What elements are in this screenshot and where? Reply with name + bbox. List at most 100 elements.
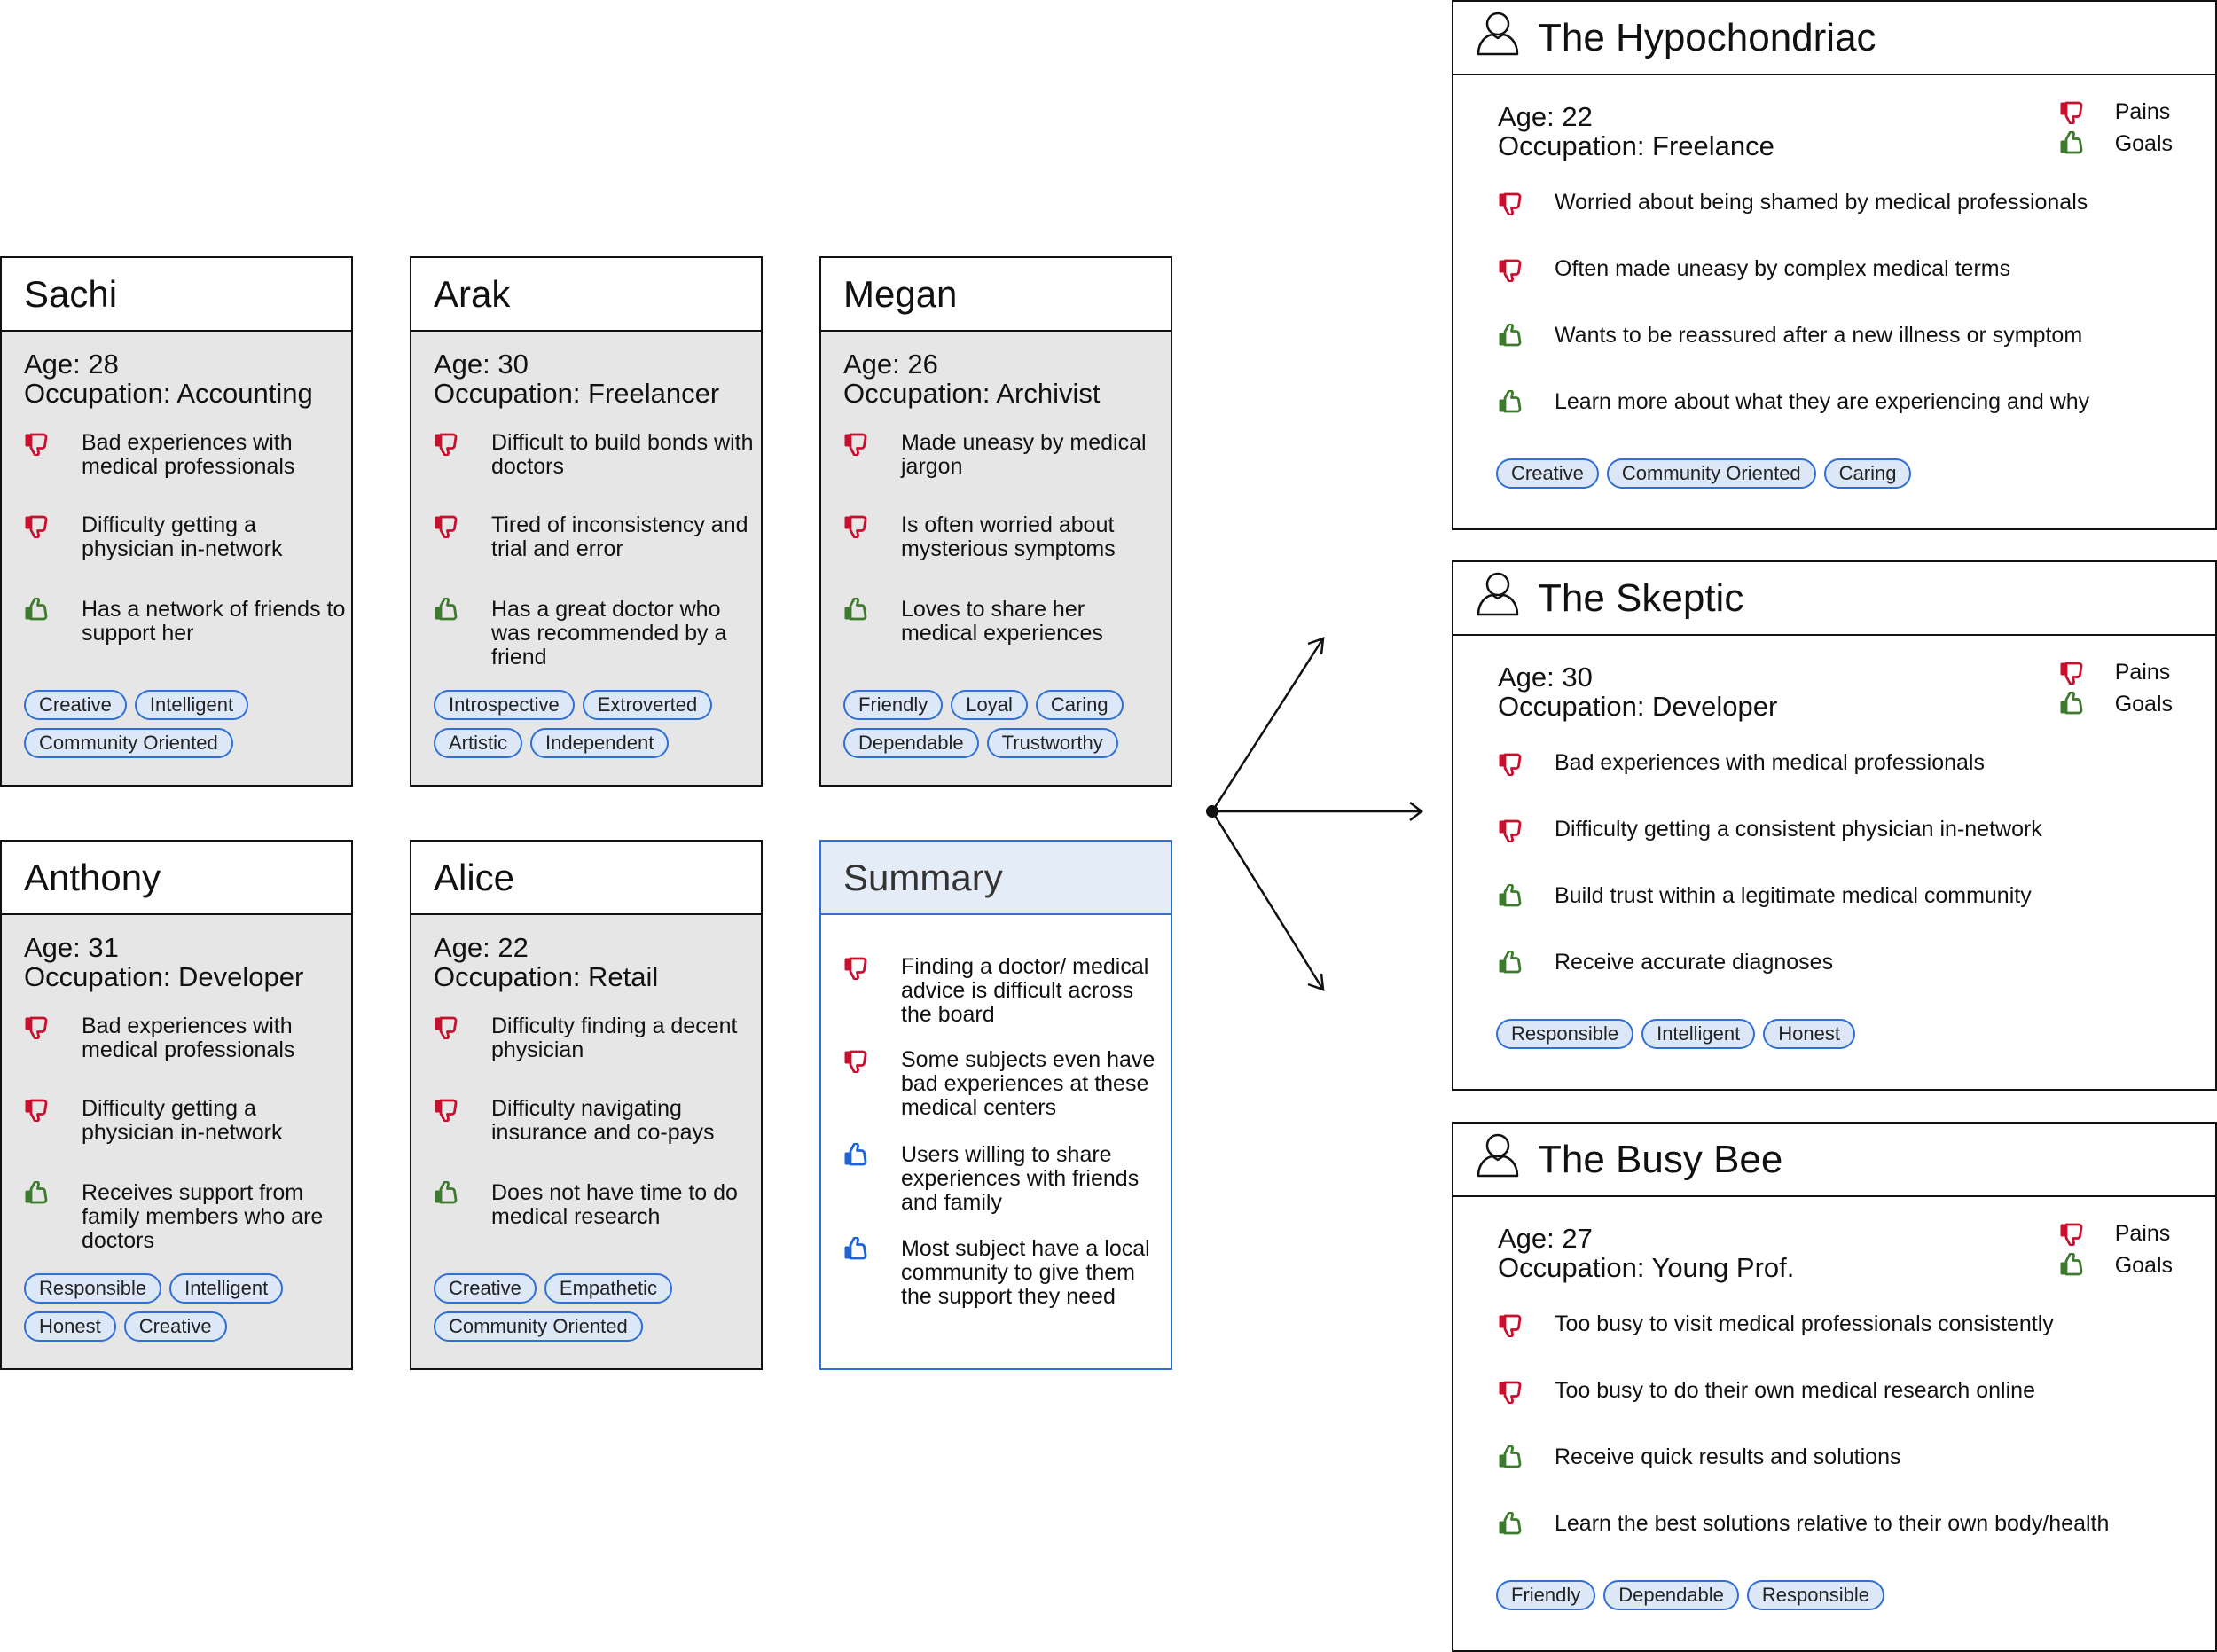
- card-name: Anthony: [2, 842, 351, 915]
- trait-tag: Loyal: [951, 690, 1028, 720]
- legend: Pains Goals: [2059, 96, 2173, 160]
- thumbs-up-icon: [2059, 1253, 2083, 1276]
- card-age: Age: 28: [24, 348, 119, 380]
- trait-tag: Caring: [1823, 458, 1912, 489]
- card-item-pain: Difficulty finding a decent physician: [434, 1014, 757, 1062]
- card-item-pain: Tired of inconsistency and trial and err…: [434, 513, 757, 561]
- trait-tag: Responsible: [1746, 1580, 1884, 1610]
- thumbs-up-icon: [843, 1237, 867, 1260]
- trait-tag: Artistic: [434, 728, 522, 758]
- thumbs-up-icon: [1498, 1511, 1522, 1534]
- card-occupation: Occupation: Accounting: [24, 378, 313, 409]
- trait-tag: Introspective: [434, 690, 575, 720]
- card-item-text: Difficulty navigating insurance and co-p…: [491, 1096, 715, 1145]
- thumbs-down-icon: [1498, 259, 1522, 282]
- thumbs-up-icon: [2059, 692, 2083, 715]
- thumbs-down-icon: [1498, 1314, 1522, 1337]
- summary-item-pain: Some subjects even have bad experiences …: [843, 1048, 1167, 1120]
- summary-item-goal: Users willing to share experiences with …: [843, 1143, 1167, 1215]
- card-age: Age: 26: [843, 348, 938, 380]
- legend-pains: Pains: [2114, 1221, 2171, 1246]
- persona-title: The Hypochondriac: [1538, 15, 1876, 59]
- card-item-goal: Does not have time to do medical researc…: [434, 1181, 757, 1229]
- persona-occupation: Occupation: Freelance: [1498, 130, 1774, 161]
- summary-item-text: Most subject have a local community to g…: [901, 1236, 1150, 1309]
- trait-tag: Independent: [530, 728, 670, 758]
- persona-skeptic: The Skeptic Age: 30 Occupation: Develope…: [1452, 560, 2217, 1091]
- thumbs-up-icon: [2059, 131, 2083, 154]
- persona-title: The Busy Bee: [1538, 1137, 1783, 1181]
- persona-item-text: Worried about being shamed by medical pr…: [1555, 190, 2088, 215]
- trait-tags: Responsible Intelligent Honest: [1496, 1019, 1855, 1049]
- persona-item-pain: Difficulty getting a consistent physicia…: [1498, 817, 2042, 842]
- legend-pains: Pains: [2114, 99, 2171, 124]
- thumbs-down-icon: [24, 433, 48, 456]
- trait-tag: Community Oriented: [1606, 458, 1816, 489]
- thumbs-down-icon: [2059, 1223, 2083, 1246]
- user-card-sachi: Sachi Age: 28 Occupation: Accounting Bad…: [0, 256, 353, 787]
- card-age: Age: 30: [434, 348, 529, 380]
- persona-item-pain: Worried about being shamed by medical pr…: [1498, 190, 2088, 215]
- trait-tag: Honest: [24, 1311, 116, 1342]
- card-item-text: Difficult to build bonds with doctors: [491, 430, 754, 479]
- card-item-pain: Made uneasy by medical jargon: [843, 431, 1167, 479]
- thumbs-up-icon: [24, 1181, 48, 1204]
- trait-tag: Dependable: [1603, 1580, 1739, 1610]
- card-item-text: Does not have time to do medical researc…: [491, 1180, 738, 1229]
- legend-pains: Pains: [2114, 660, 2171, 685]
- thumbs-down-icon: [1498, 753, 1522, 776]
- thumbs-down-icon: [2059, 662, 2083, 685]
- persona-item-text: Receive accurate diagnoses: [1555, 950, 1834, 975]
- persona-occupation: Occupation: Developer: [1498, 691, 1778, 722]
- trait-tag: Creative: [1496, 458, 1599, 489]
- trait-tag: Responsible: [24, 1273, 162, 1304]
- persona-age: Age: 22: [1498, 101, 1593, 132]
- persona-header: The Busy Bee: [1453, 1124, 2215, 1197]
- card-age: Age: 22: [434, 932, 529, 963]
- persona-item-goal: Receive quick results and solutions: [1498, 1445, 1900, 1470]
- trait-tag: Empathetic: [544, 1273, 672, 1304]
- persona-age: Age: 27: [1498, 1223, 1593, 1254]
- persona-item-text: Build trust within a legitimate medical …: [1555, 883, 2032, 908]
- trait-tag: Community Oriented: [24, 728, 233, 758]
- thumbs-down-icon: [1498, 192, 1522, 215]
- arrow-down: [1210, 810, 1325, 990]
- legend-goals: Goals: [2114, 131, 2173, 156]
- thumbs-up-icon: [1498, 883, 1522, 906]
- thumbs-down-icon: [434, 1099, 458, 1122]
- thumbs-down-icon: [843, 957, 867, 980]
- user-card-megan: Megan Age: 26 Occupation: Archivist Made…: [819, 256, 1172, 787]
- persona-header: The Skeptic: [1453, 562, 2215, 636]
- person-icon: [1476, 10, 1520, 66]
- thumbs-up-icon: [434, 598, 458, 621]
- card-name: Arak: [411, 258, 761, 332]
- card-item-text: Receives support from family members who…: [82, 1180, 324, 1253]
- card-item-goal: Has a network of friends to support her: [24, 598, 348, 646]
- card-item-text: Is often worried about mysterious sympto…: [901, 513, 1116, 561]
- card-name: Megan: [821, 258, 1171, 332]
- arrow-up: [1210, 638, 1325, 812]
- persona-age: Age: 30: [1498, 662, 1593, 693]
- card-item-pain: Difficulty getting a physician in-networ…: [24, 1097, 348, 1145]
- thumbs-up-icon: [843, 1143, 867, 1166]
- persona-item-pain: Bad experiences with medical professiona…: [1498, 750, 1985, 776]
- card-item-pain: Difficulty getting a physician in-networ…: [24, 513, 348, 561]
- card-name: Sachi: [2, 258, 351, 332]
- trait-tag: Caring: [1035, 690, 1124, 720]
- thumbs-up-icon: [1498, 950, 1522, 973]
- trait-tags: Creative Intelligent Community Oriented: [24, 690, 334, 758]
- card-age: Age: 31: [24, 932, 119, 963]
- thumbs-down-icon: [24, 1099, 48, 1122]
- card-item-text: Made uneasy by medical jargon: [901, 430, 1147, 479]
- summary-item-text: Users willing to share experiences with …: [901, 1142, 1140, 1215]
- card-item-text: Bad experiences with medical professiona…: [82, 1014, 295, 1062]
- user-card-anthony: Anthony Age: 31 Occupation: Developer Ba…: [0, 840, 353, 1370]
- card-item-pain: Difficult to build bonds with doctors: [434, 431, 757, 479]
- card-occupation: Occupation: Developer: [24, 961, 304, 992]
- card-item-pain: Bad experiences with medical professiona…: [24, 431, 348, 479]
- persona-item-text: Too busy to visit medical professionals …: [1555, 1311, 2054, 1336]
- trait-tag: Creative: [434, 1273, 537, 1304]
- persona-item-goal: Build trust within a legitimate medical …: [1498, 883, 2032, 909]
- card-item-goal: Receives support from family members who…: [24, 1181, 348, 1253]
- card-item-text: Difficulty getting a physician in-networ…: [82, 513, 283, 561]
